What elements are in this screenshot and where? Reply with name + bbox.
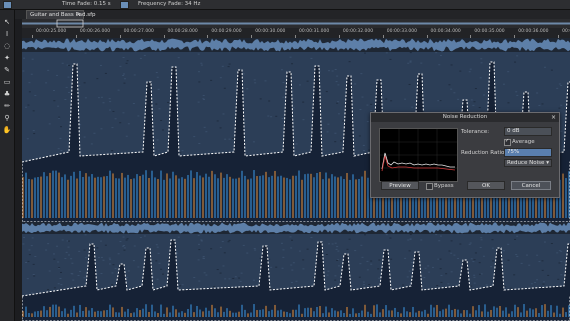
- mode-select[interactable]: Reduce Noise ▾: [504, 159, 552, 167]
- lasso-icon[interactable]: ◌: [2, 42, 12, 51]
- file-tab[interactable]: Guitar and Bass Pad.sfp ×: [26, 10, 96, 19]
- ruler-tick-label: 00:00:37.000: [562, 29, 570, 34]
- ruler-tick-label: 00:00:31.000: [299, 29, 330, 34]
- ok-button[interactable]: OK: [467, 181, 505, 190]
- brush-icon[interactable]: ✎: [2, 66, 12, 75]
- ruler-tick-label: 00:00:32.000: [342, 29, 374, 34]
- preview-button[interactable]: Preview: [381, 181, 419, 190]
- waveform-strip-middle: [22, 222, 570, 234]
- color-swatch-icon[interactable]: [3, 1, 12, 9]
- file-tab-bar: Guitar and Bass Pad.sfp ×: [0, 10, 570, 19]
- ruler-tick-label: 00:00:35.000: [474, 29, 505, 34]
- frequency-swatch-icon[interactable]: [120, 1, 129, 9]
- time-fade-label[interactable]: Time Fade: 0.15 s: [62, 1, 111, 7]
- reduction-ratio-field[interactable]: 75%: [504, 148, 552, 157]
- tools-panel: ↖ I ◌ ✦ ✎ ▭ ♣ ✏ ⚲ ✋: [0, 10, 15, 321]
- average-checkbox[interactable]: ✓: [504, 138, 511, 146]
- file-tab-label: Guitar and Bass Pad.sfp: [30, 12, 96, 18]
- ruler-tick-label: 00:00:33.000: [386, 29, 417, 34]
- noise-reduction-dialog: Noise Reduction × Tolerance: 0 dB ✓ Aver…: [370, 112, 560, 198]
- ruler-tick-label: 00:00:36.000: [518, 29, 549, 34]
- ruler-tick-label: 00:00:30.000: [255, 29, 286, 34]
- ruler-tick-label: 00:00:34.000: [430, 29, 461, 34]
- close-icon[interactable]: ×: [551, 113, 556, 122]
- ruler-tick-label: 00:00:25.000: [36, 29, 67, 34]
- reduction-ratio-label: Reduction Ratio:: [461, 150, 507, 156]
- hand-icon[interactable]: ✋: [2, 126, 12, 135]
- tool-options-bar: Time Fade: 0.15 s Frequency Fade: 34 Hz: [0, 0, 570, 10]
- ruler-tick-label: 00:00:28.000: [167, 29, 198, 34]
- overview-strip[interactable]: [22, 19, 570, 28]
- zoom-icon[interactable]: ⚲: [2, 114, 12, 123]
- timeline-ruler[interactable]: 00:00:25.000 00:00:26.000 00:00:27.000 00:0…: [22, 28, 570, 38]
- stamp-icon[interactable]: ♣: [2, 90, 12, 99]
- bypass-label: Bypass: [434, 183, 454, 189]
- tolerance-label: Tolerance:: [461, 129, 490, 135]
- frequency-fade-label[interactable]: Frequency Fade: 34 Hz: [138, 1, 200, 7]
- chevron-down-icon: ▾: [546, 160, 549, 166]
- ruler-tick-label: 00:00:27.000: [123, 29, 154, 34]
- ruler-tick-label: 00:00:29.000: [211, 29, 242, 34]
- waveform-strip-top: [22, 38, 570, 52]
- time-select-icon[interactable]: I: [2, 30, 12, 39]
- cancel-button[interactable]: Cancel: [511, 181, 551, 190]
- magic-wand-icon[interactable]: ✦: [2, 54, 12, 63]
- average-label: Average: [512, 139, 535, 145]
- pencil-icon[interactable]: ✏: [2, 102, 12, 111]
- spectrogram-channel-right[interactable]: [22, 234, 570, 321]
- eraser-icon[interactable]: ▭: [2, 78, 12, 87]
- ruler-tick-label: 00:00:26.000: [79, 29, 111, 34]
- bypass-checkbox[interactable]: [426, 183, 433, 190]
- dialog-title: Noise Reduction: [371, 113, 559, 122]
- pointer-icon[interactable]: ↖: [2, 18, 12, 27]
- mode-select-value: Reduce Noise: [507, 160, 545, 166]
- tolerance-field[interactable]: 0 dB: [504, 127, 552, 136]
- noise-profile-graph: [379, 128, 458, 182]
